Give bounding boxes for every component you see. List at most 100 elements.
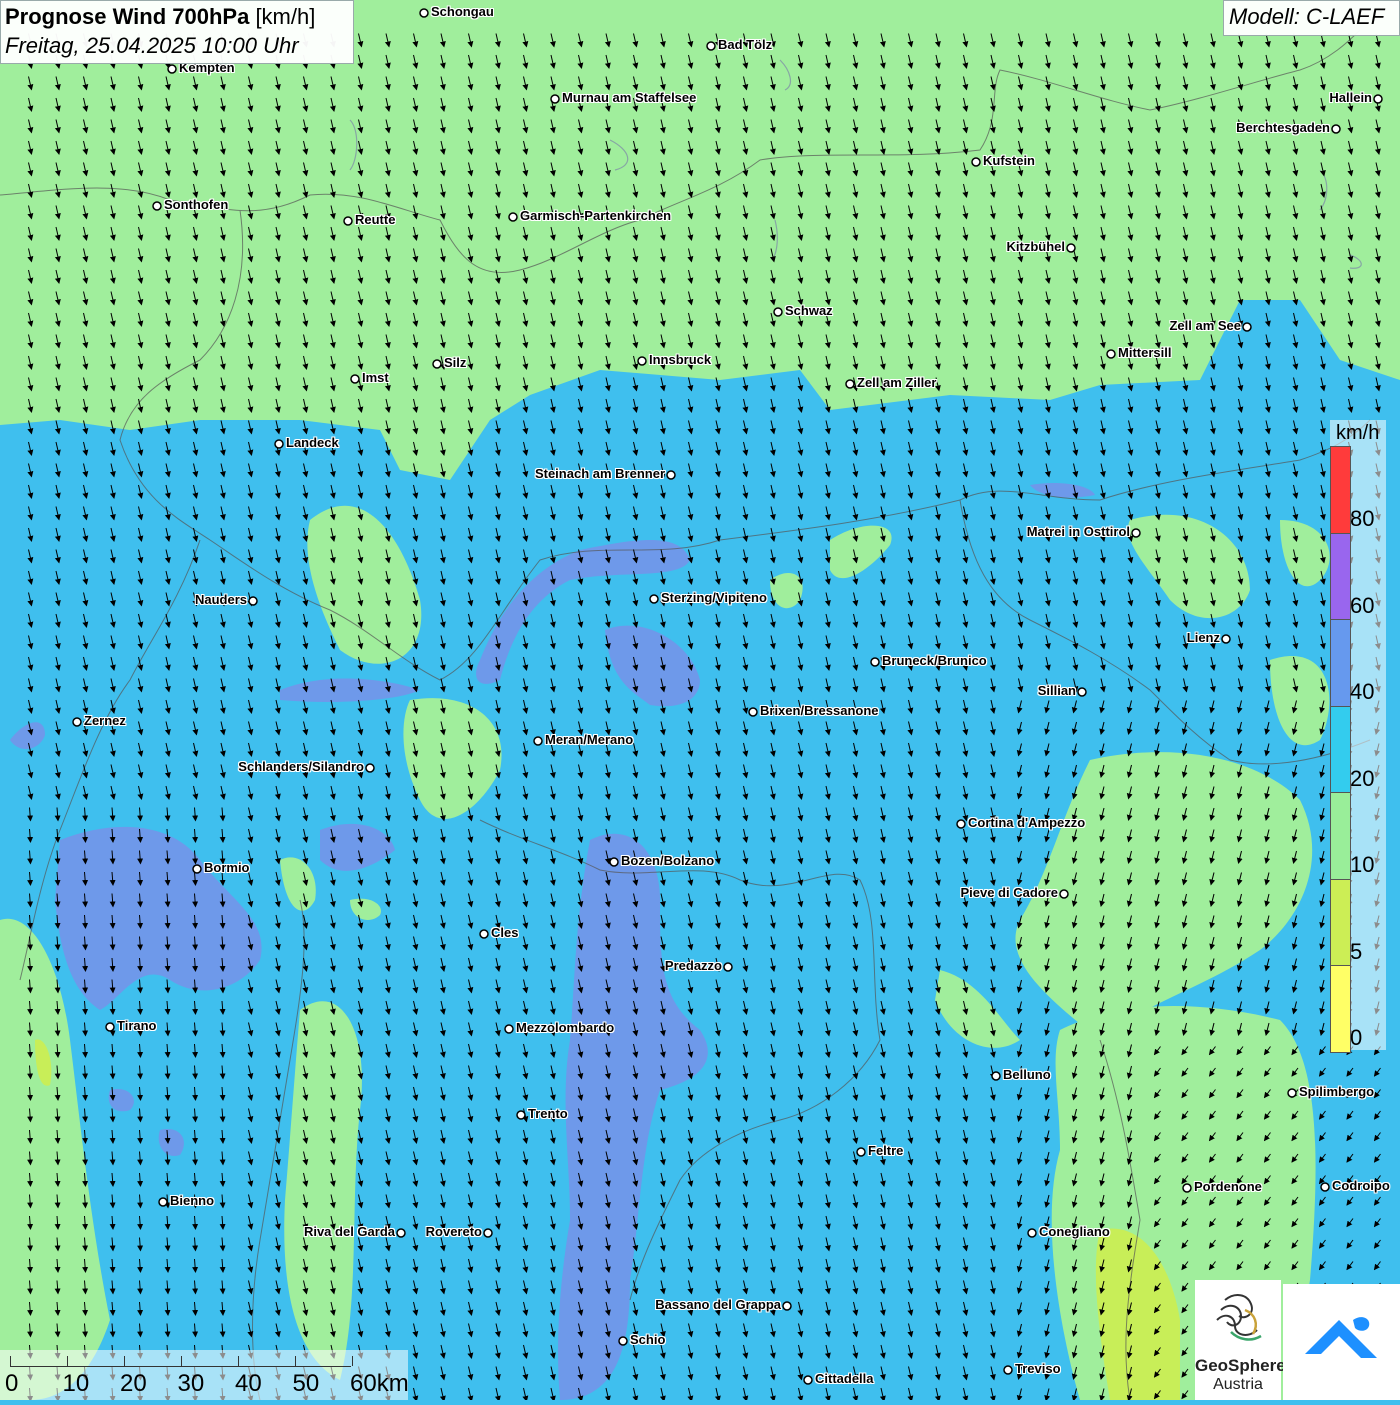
legend-label: 5 <box>1350 938 1363 964</box>
title-unit: [km/h] <box>255 4 316 29</box>
city-marker <box>483 1228 493 1238</box>
city-label: Riva del Garda <box>303 1224 395 1239</box>
scale-label: 40 <box>235 1370 262 1397</box>
scale-tick <box>181 1356 182 1366</box>
scale-bar: 0 10 20 30 40 50 60km <box>0 1350 409 1400</box>
city-marker <box>609 857 619 867</box>
city-marker <box>856 1147 866 1157</box>
legend-label: 60 <box>1350 592 1375 618</box>
city-marker <box>637 356 647 366</box>
city-label: Rovereto <box>425 1224 482 1239</box>
city-label: Steinach am Brenner <box>534 466 665 481</box>
legend-label: 20 <box>1350 765 1375 791</box>
city-label: Mezzolombardo <box>516 1020 615 1035</box>
legend-swatch <box>1330 705 1351 793</box>
city-label: Treviso <box>1015 1361 1061 1376</box>
city-marker <box>1221 634 1231 644</box>
city-marker <box>706 41 716 51</box>
city-label: Zernez <box>84 713 126 728</box>
city-marker <box>666 470 676 480</box>
geosphere-logo: GeoSphere Austria <box>1195 1280 1286 1400</box>
city-marker <box>748 707 758 717</box>
city-marker <box>533 736 543 746</box>
city-label: Schlanders/Silandro <box>238 759 364 774</box>
city-label: Meran/Merano <box>545 732 634 747</box>
city-label: Zell am See <box>1169 318 1241 333</box>
city-marker <box>870 657 880 667</box>
city-label: Kufstein <box>983 153 1035 168</box>
city-label: Cittadella <box>815 1371 874 1386</box>
city-marker <box>845 379 855 389</box>
city-label: Bozen/Bolzano <box>621 853 715 868</box>
city-marker <box>432 359 442 369</box>
city-label: Matrei in Osttirol <box>1026 524 1130 539</box>
city-label: Schongau <box>431 4 494 19</box>
scale-tick <box>352 1356 353 1366</box>
city-label: Bormio <box>204 860 250 875</box>
city-label: Predazzo <box>664 958 722 973</box>
city-label: Landeck <box>286 435 339 450</box>
city-label: Sillian <box>1037 683 1076 698</box>
legend-swatch <box>1330 965 1351 1053</box>
city-label: Lienz <box>1186 630 1220 645</box>
city-marker <box>105 1022 115 1032</box>
city-marker <box>1077 687 1087 697</box>
title-box: Prognose Wind 700hPa [km/h] Freitag, 25.… <box>0 0 354 64</box>
scale-label: 30 <box>177 1370 205 1397</box>
city-marker <box>1242 322 1252 332</box>
city-label: Conegliano <box>1039 1224 1110 1239</box>
scale-label: 20 <box>120 1370 147 1397</box>
city-label: Bruneck/Brunico <box>882 653 987 668</box>
city-marker <box>782 1301 792 1311</box>
title-main: Prognose Wind 700hPa <box>5 4 250 29</box>
city-label: Sonthofen <box>164 197 229 212</box>
city-label: Bad Tölz <box>718 37 773 52</box>
city-label: Sterzing/Vipiteno <box>661 590 767 605</box>
legend-swatch <box>1330 792 1351 880</box>
city-marker <box>350 374 360 384</box>
city-marker <box>1131 528 1141 538</box>
city-label: Schwaz <box>785 303 833 318</box>
city-marker <box>723 962 733 972</box>
legend-label: 80 <box>1350 506 1375 531</box>
city-marker <box>1331 124 1341 134</box>
city-marker <box>1287 1088 1297 1098</box>
city-marker <box>1373 94 1383 104</box>
city-label: Innsbruck <box>649 352 712 367</box>
legend-swatch <box>1330 532 1351 620</box>
city-marker <box>1066 243 1076 253</box>
city-marker <box>479 929 489 939</box>
legend-swatch <box>1330 878 1351 966</box>
city-label: Kitzbühel <box>1006 239 1066 254</box>
city-marker <box>396 1228 406 1238</box>
app-logo-icon <box>1305 1317 1377 1358</box>
city-marker <box>343 216 353 226</box>
legend-label: 10 <box>1350 852 1375 877</box>
city-marker <box>274 439 284 449</box>
city-marker <box>991 1071 1001 1081</box>
scale-tick <box>67 1356 68 1366</box>
city-label: Zell am Ziller <box>857 375 937 390</box>
model-label: Modell: C-LAEF <box>1229 4 1385 29</box>
city-label: Pieve di Cadore <box>960 885 1058 900</box>
city-label: Bassano del Grappa <box>655 1297 781 1312</box>
city-label: Mittersill <box>1118 345 1172 360</box>
city-marker <box>618 1336 628 1346</box>
city-label: Trento <box>528 1106 568 1121</box>
city-label: Belluno <box>1003 1067 1051 1082</box>
city-marker <box>803 1375 813 1385</box>
city-label: Nauders <box>194 592 247 607</box>
city-label: Cortina d'Ampezzo <box>968 815 1086 830</box>
geosphere-name: GeoSphere <box>1195 1356 1286 1375</box>
city-marker <box>1182 1183 1192 1193</box>
city-marker <box>550 94 560 104</box>
city-marker <box>158 1197 168 1207</box>
city-marker <box>365 763 375 773</box>
city-marker <box>1027 1228 1037 1238</box>
scale-label: 10 <box>62 1370 90 1397</box>
scale-label: 0 <box>5 1370 19 1397</box>
app-logo <box>1283 1284 1400 1400</box>
scale-label: 50 <box>292 1370 320 1397</box>
city-marker <box>971 157 981 167</box>
scale-tick <box>238 1356 239 1366</box>
